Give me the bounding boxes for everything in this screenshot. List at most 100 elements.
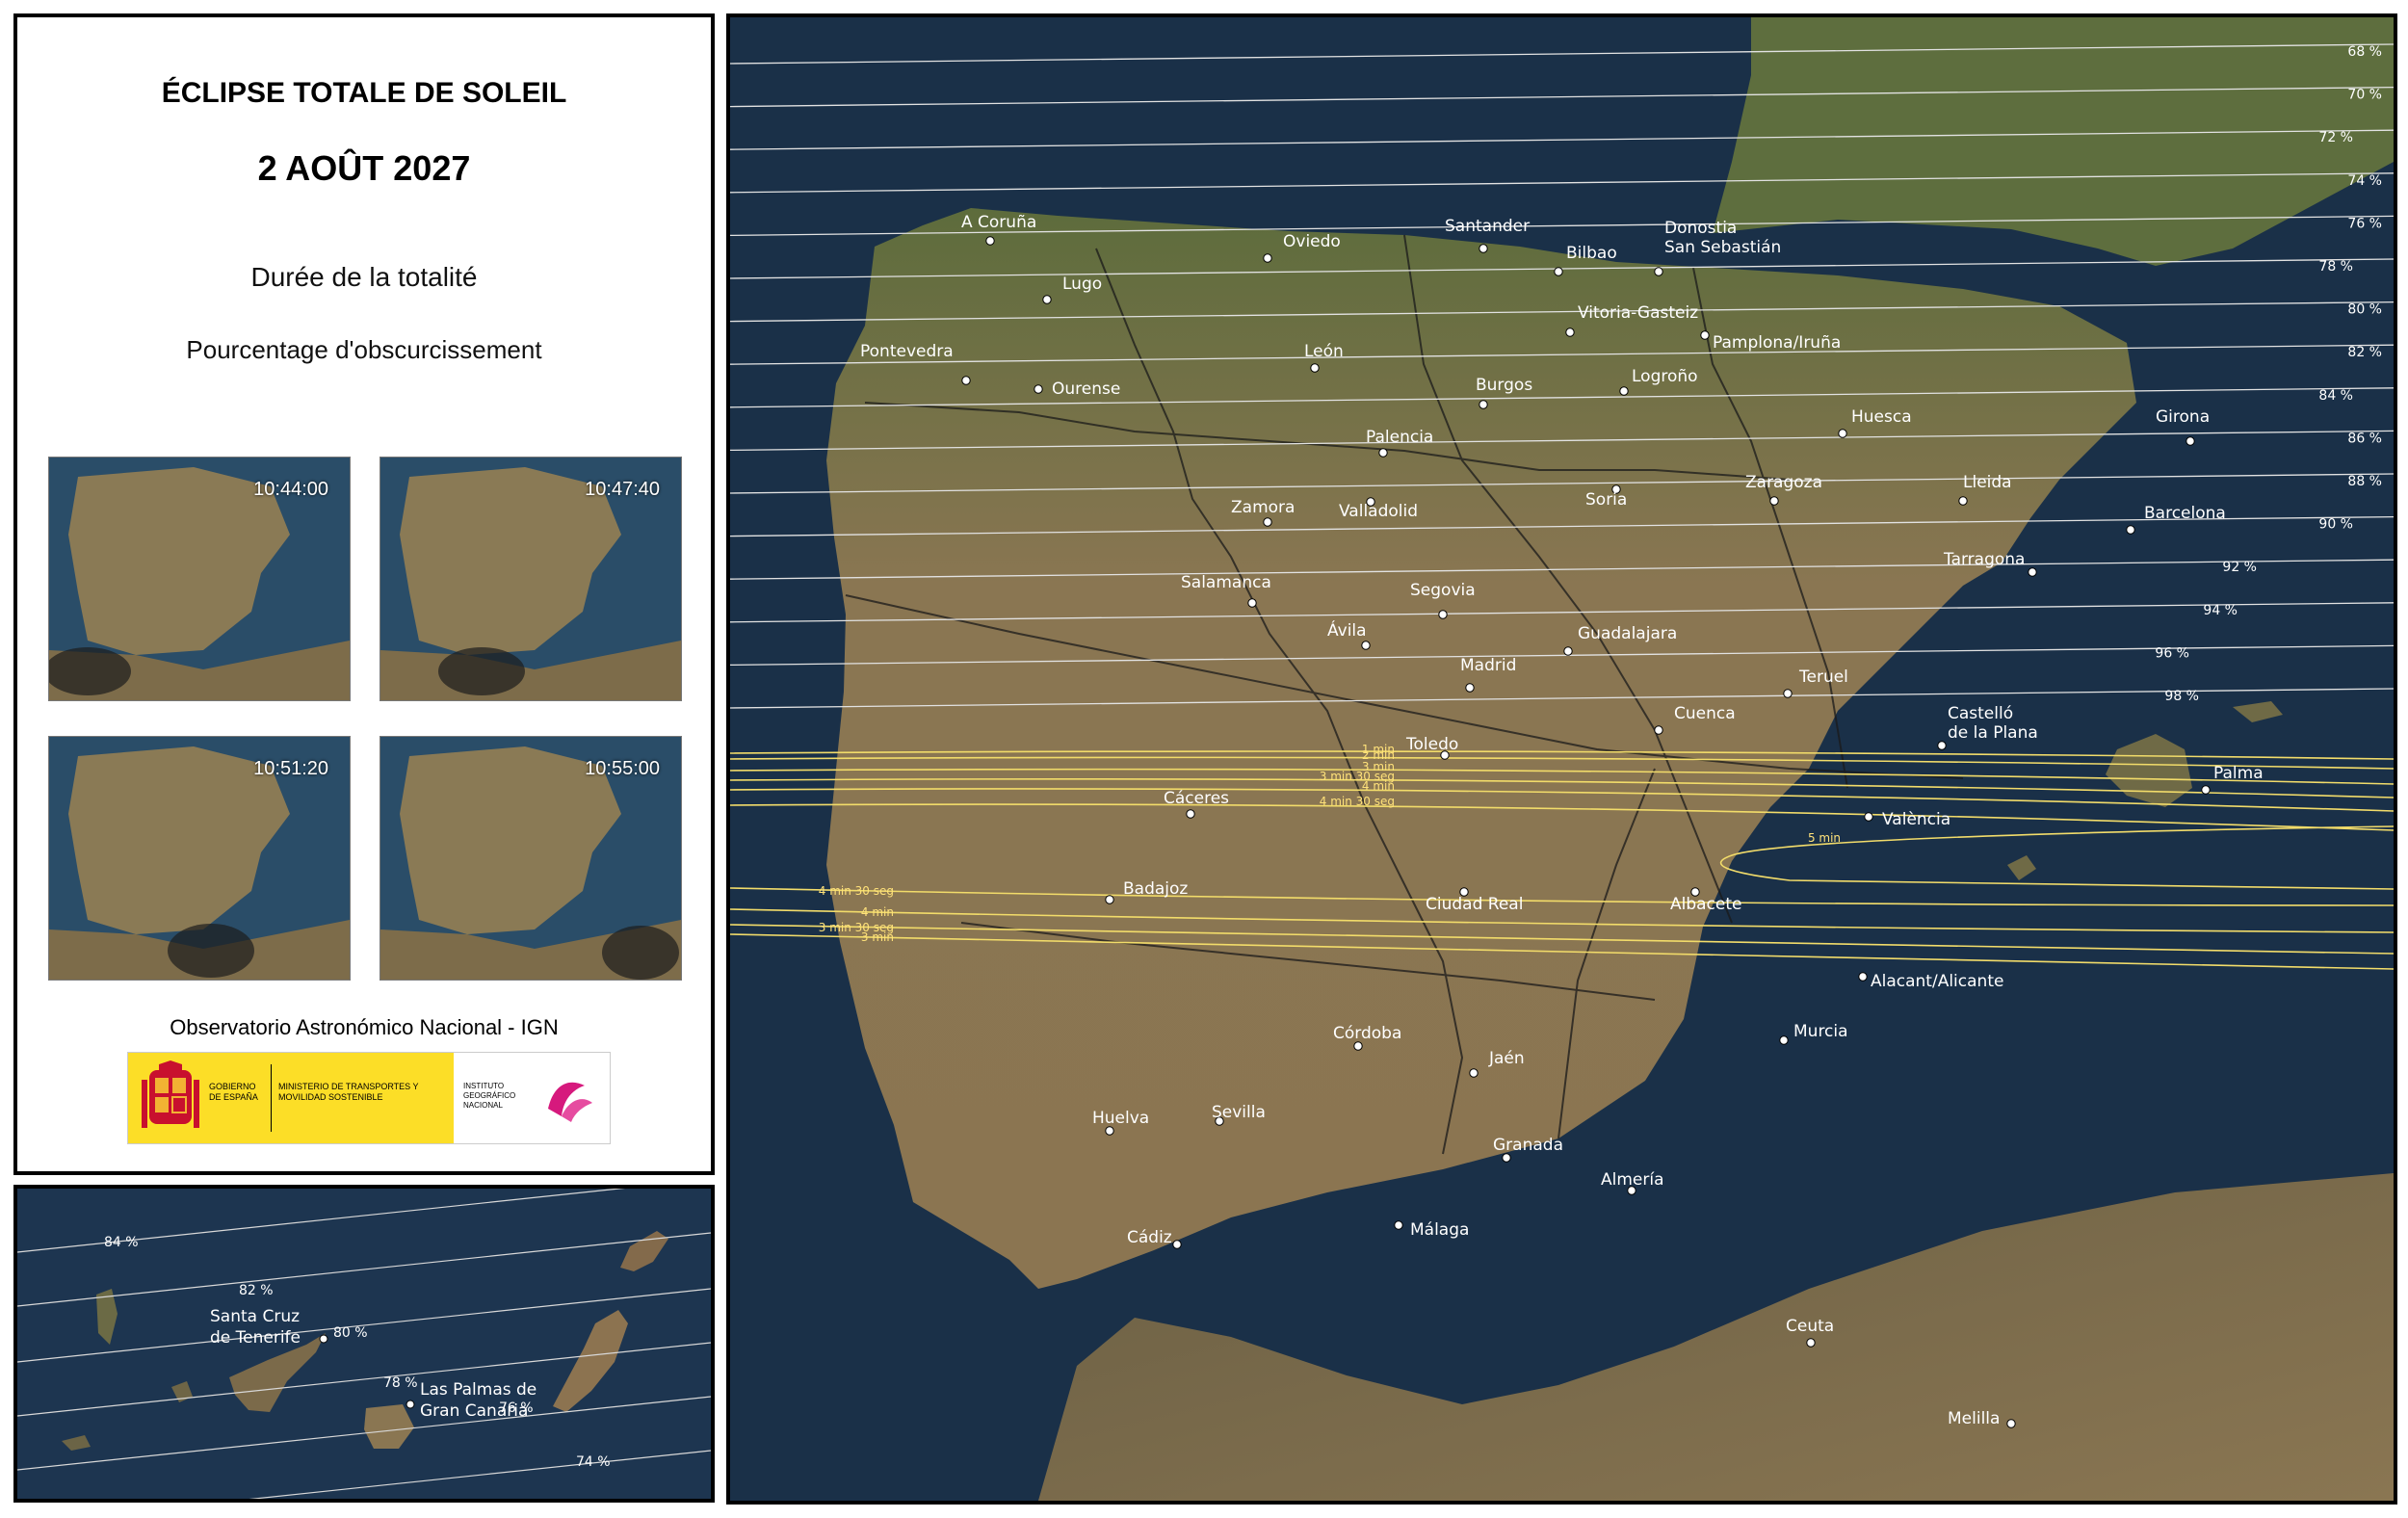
city-label: Alacant/Alicante [1871,972,2003,991]
city-label: Málaga [1410,1220,1469,1240]
city-label: Castelló [1948,704,2013,723]
city-label: Vitoria-Gasteiz [1578,303,1698,323]
city-marker [1105,895,1114,904]
city-label: Oviedo [1283,232,1341,251]
city-marker [1042,295,1052,304]
city-label: Burgos [1476,376,1532,395]
city-marker [1186,809,1195,819]
city-label: Madrid [1460,656,1516,675]
logo-divider [271,1064,272,1132]
observatory-label: Observatorio Astronómico Nacional - IGN [170,1015,559,1039]
city-marker [1806,1338,1816,1348]
thumbnail-time: 10:47:40 [585,479,660,500]
city-label: Murcia [1793,1022,1848,1041]
city-label: Palma [2213,764,2264,783]
city-marker [1353,1041,1363,1051]
city-label: Albacete [1670,895,1742,914]
city-marker [961,376,971,385]
city-label: Huesca [1851,407,1912,427]
eclipse-title: ÉCLIPSE TOTALE DE SOLEIL [161,77,567,109]
city-label: Sevilla [1212,1103,1266,1122]
city-marker [1438,610,1448,619]
city-marker [1554,267,1563,276]
city-marker [985,236,995,246]
city-marker [1310,363,1320,373]
main-map-panel: 68 % 70 % 72 % 74 % 76 % 78 % 80 % 82 % 84 % 86 %… [726,13,2397,1505]
city-label: Ávila [1327,619,1367,641]
city-marker [1654,725,1663,735]
city-marker [1563,646,1573,656]
city-label: Huelva [1092,1109,1149,1128]
city-marker [1654,267,1663,276]
city-marker [1858,972,1868,981]
city-marker [1034,384,1043,394]
city-label: Cuenca [1674,704,1736,723]
logo-instituto-text: INSTITUTO GEOGRÁFICO NACIONAL [463,1082,516,1110]
city-label-gran-canaria: Gran Canaria [420,1401,528,1421]
city-label: Salamanca [1181,573,1271,592]
logo-ministerio-text: MINISTERIO DE TRANSPORTES Y MOVILIDAD SO… [278,1082,419,1102]
city-label: Bilbao [1566,244,1617,263]
thumbnail-time: 10:55:00 [585,758,660,779]
city-marker [1864,812,1873,822]
government-logo-block: GOBIERNO DE ESPAÑA MINISTERIO DE TRANSPO… [127,1052,611,1144]
city-label-las-palmas: Las Palmas de [420,1380,537,1400]
thumbnail-time: 10:44:00 [253,479,328,500]
city-label: Santander [1445,217,1530,236]
city-label: Tarragona [1943,550,2025,569]
city-label: Ciudad Real [1426,895,1523,914]
city-marker [1361,641,1371,650]
city-marker [2126,525,2135,535]
city-label: Granada [1493,1136,1563,1155]
city-label: Badajoz [1123,879,1188,899]
ign-emblem-icon [548,1082,592,1122]
coat-of-arms-icon [142,1060,199,1128]
city-marker [406,1400,415,1409]
eclipse-date: 2 AOÛT 2027 [257,148,471,188]
city-label: A Coruña [961,213,1036,232]
city-marker [319,1334,328,1344]
city-label-de-tenerife: de Tenerife [210,1328,301,1348]
city-marker [1619,386,1629,396]
logo-gobierno-text: GOBIERNO DE ESPAÑA [209,1082,258,1102]
city-label: Lugo [1062,275,1102,294]
city-marker [1769,496,1779,506]
info-panel: ÉCLIPSE TOTALE DE SOLEIL 2 AOÛT 2027 Dur… [13,13,715,1175]
city-label: Ourense [1052,380,1120,399]
city-label: Lleida [1963,473,2012,492]
city-layer: A Coruña Lugo Oviedo Santander Bilbao Donosti… [860,213,2264,1428]
eclipse-thumbnail-2: 10:47:40 [380,457,682,701]
city-marker [1565,327,1575,337]
city-marker [1958,496,1968,506]
city-label: Teruel [1798,667,1848,687]
city-label: Cáceres [1164,789,1229,808]
city-label: Toledo [1405,735,1458,754]
city-label: de la Plana [1948,723,2038,743]
city-marker [1838,429,1847,438]
city-label: Soria [1585,490,1627,510]
city-label: Pamplona/Iruña [1713,333,1841,353]
city-label: Jaén [1488,1049,1525,1068]
city-label: Ceuta [1786,1317,1834,1336]
city-label: València [1882,810,1950,829]
city-label: Cádiz [1127,1228,1172,1247]
city-marker [1247,598,1257,608]
ign-logo-box: INSTITUTO GEOGRÁFICO NACIONAL [454,1053,610,1143]
legend-duration: Durée de la totalité [250,262,478,292]
eclipse-thumbnail-3: 10:51:20 [48,736,351,981]
city-marker [2201,785,2211,795]
city-label: Valladolid [1339,502,1418,521]
city-marker [1783,689,1793,698]
city-label: Pontevedra [860,342,954,361]
city-label: Zamora [1231,498,1295,517]
city-label: Logroño [1632,367,1698,386]
city-marker [1700,330,1710,340]
city-marker [1105,1126,1114,1136]
city-marker [1479,244,1488,253]
city-label: Palencia [1366,428,1433,447]
canary-city-layer: Santa Cruz de Tenerife Las Palmas de Gra… [210,1307,537,1421]
canary-islands-panel: 84 % 82 % 80 % 78 % 76 % 74 % Santa Cruz de T… [13,1185,715,1503]
city-label: Córdoba [1333,1024,1401,1043]
city-label: León [1304,342,1344,361]
city-label: San Sebastián [1664,238,1781,257]
